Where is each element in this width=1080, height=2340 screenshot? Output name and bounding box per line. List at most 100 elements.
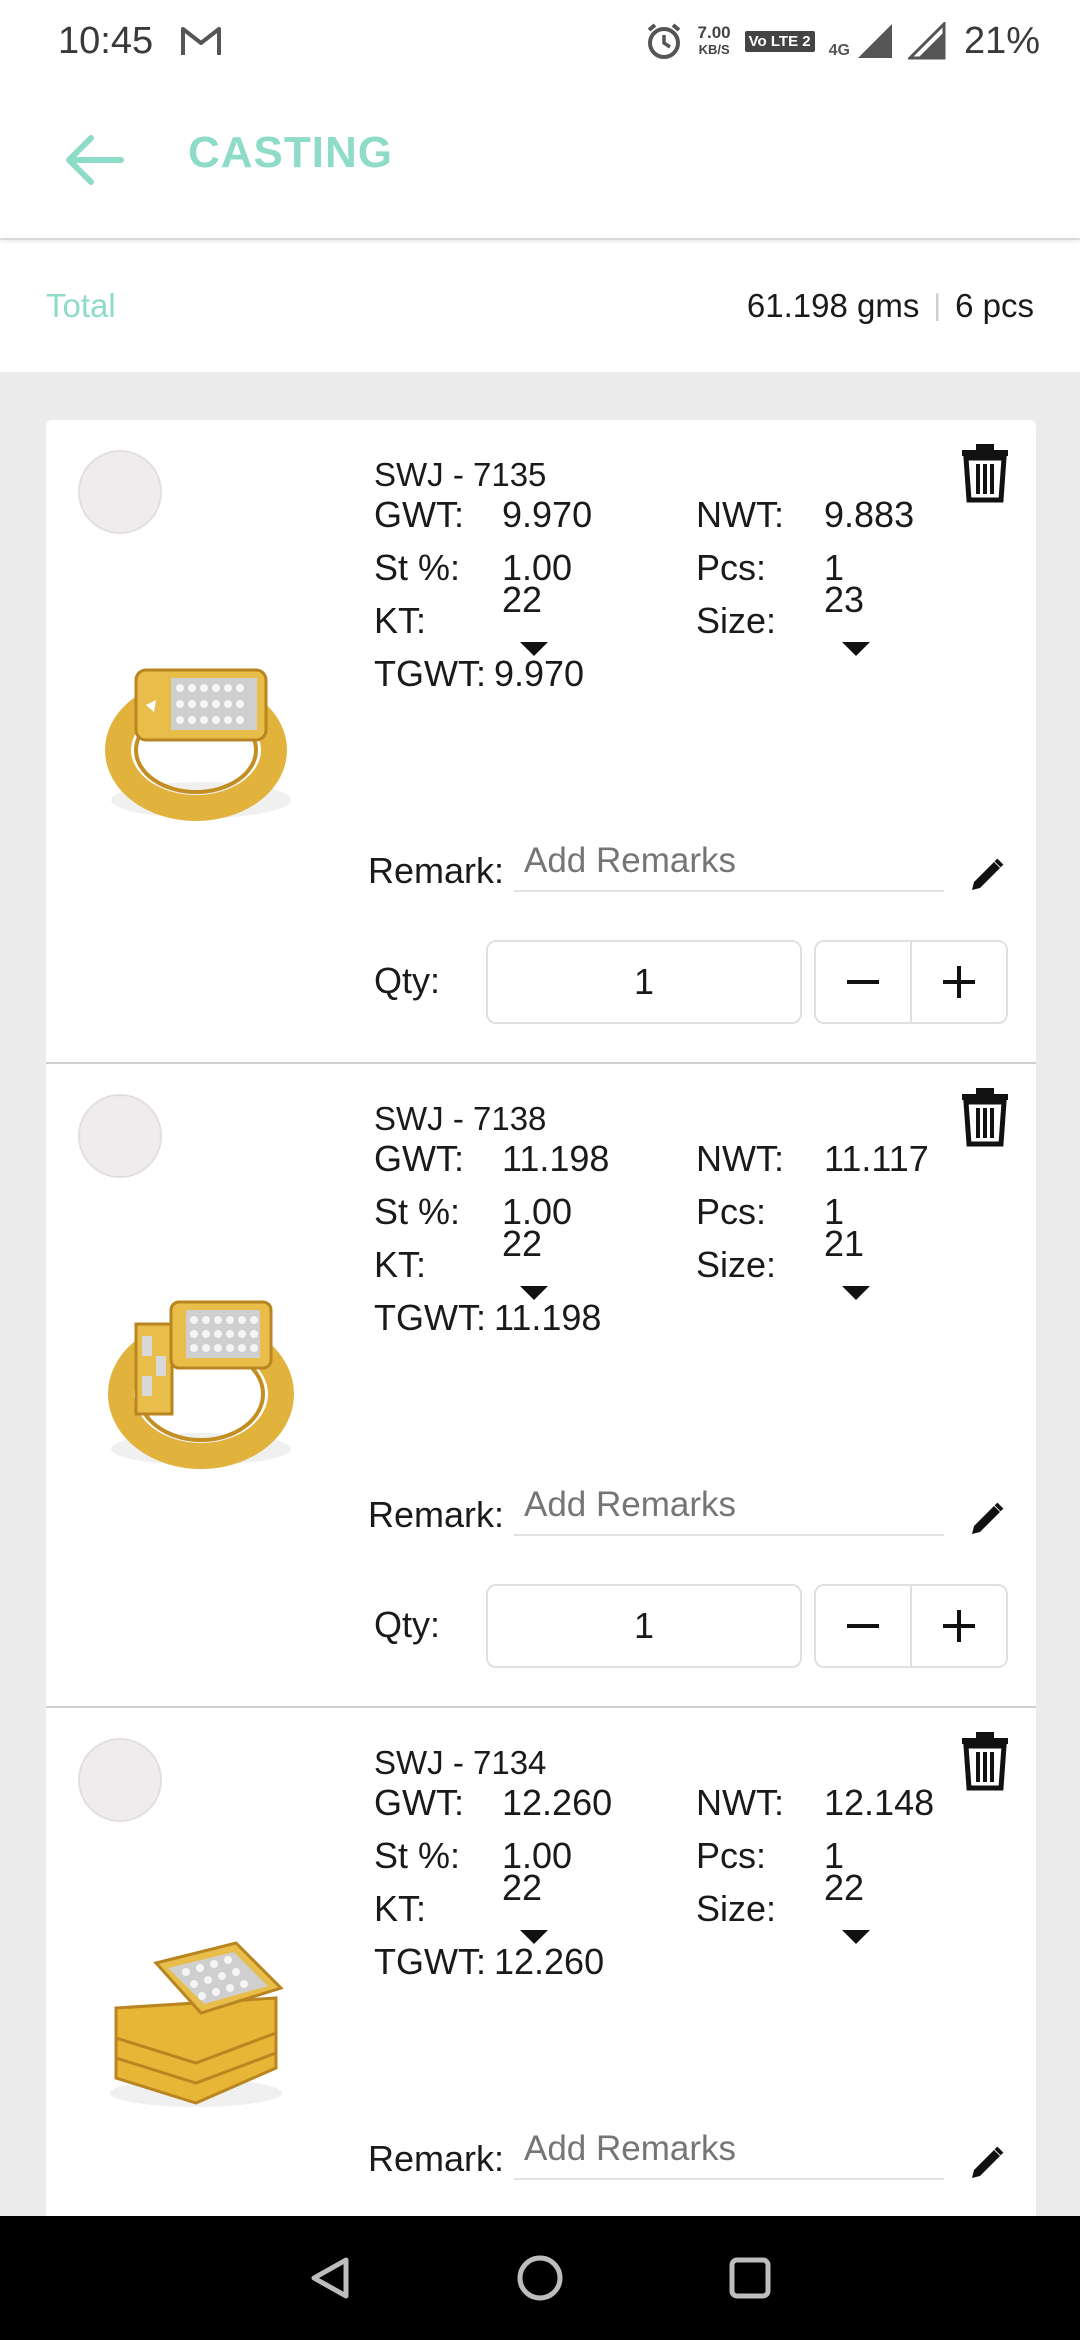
kt-label: KT:	[374, 600, 427, 641]
total-values: 61.198 gms | 6 pcs	[747, 287, 1034, 325]
dropdown-arrow-icon	[842, 642, 870, 656]
tgwt-label: TGWT:	[374, 653, 486, 694]
system-nav-bar	[0, 2216, 1080, 2340]
gwt-label: GWT:	[374, 494, 464, 535]
kt-value: 22	[502, 1867, 543, 1908]
item-code: SWJ - 7135	[374, 456, 547, 493]
st-field: St %: 1.00	[374, 1191, 572, 1233]
triangle-back-icon	[311, 2257, 349, 2299]
tgwt-label: TGWT:	[374, 1941, 486, 1982]
pcs-label: Pcs:	[696, 1835, 767, 1876]
kt-field: KT: 22	[374, 1867, 548, 1944]
st-label: St %:	[374, 547, 461, 588]
nwt-value: 9.883	[824, 494, 915, 535]
select-checkbox[interactable]	[78, 1738, 162, 1822]
kt-dropdown[interactable]: 22	[502, 1867, 548, 1951]
size-label: Size:	[696, 1888, 777, 1929]
nwt-label: NWT:	[696, 494, 784, 535]
st-label: St %:	[374, 1191, 461, 1232]
gwt-label: GWT:	[374, 1782, 464, 1823]
select-checkbox[interactable]	[78, 1094, 162, 1178]
item-code: SWJ - 7134	[374, 1744, 547, 1781]
status-time: 10:45	[58, 19, 154, 62]
remark-input[interactable]	[514, 2120, 944, 2180]
status-bar: 10:45 7.00 KB/S Vo LTE 2 4G 21%	[0, 0, 1080, 82]
size-value: 21	[824, 1223, 865, 1264]
size-dropdown[interactable]: 23	[824, 579, 870, 663]
select-checkbox[interactable]	[78, 450, 162, 534]
qty-input[interactable]	[486, 940, 802, 1024]
kt-label: KT:	[374, 1888, 427, 1929]
pcs-label: Pcs:	[696, 1191, 767, 1232]
item-card: SWJ - 7138 GWT: 11.198 NWT: 11.117 St %:…	[46, 1064, 1036, 1708]
edit-icon[interactable]	[968, 2144, 1006, 2182]
dropdown-arrow-icon	[842, 1930, 870, 1944]
remark-input[interactable]	[514, 1476, 944, 1536]
gwt-value: 12.260	[502, 1782, 613, 1823]
remark-input[interactable]	[514, 832, 944, 892]
size-value: 22	[824, 1867, 865, 1908]
pcs-field: Pcs: 1	[696, 1191, 844, 1233]
nwt-label: NWT:	[696, 1782, 784, 1823]
network-type: 4G	[828, 41, 850, 59]
minus-icon	[847, 980, 879, 984]
quantity-stepper	[814, 940, 1008, 1024]
size-label: Size:	[696, 600, 777, 641]
remark-label: Remark:	[368, 850, 505, 891]
circle-home-icon	[517, 2255, 563, 2301]
divider: |	[933, 289, 942, 322]
edit-icon[interactable]	[968, 1500, 1006, 1538]
total-label: Total	[46, 287, 116, 324]
size-value: 23	[824, 579, 865, 620]
total-pieces: 6 pcs	[955, 287, 1034, 324]
size-field: Size: 22	[696, 1867, 870, 1944]
nav-home-button[interactable]	[510, 2248, 570, 2308]
nav-recents-button[interactable]	[720, 2248, 780, 2308]
decrease-button[interactable]	[816, 1586, 912, 1666]
tgwt-value: 9.970	[493, 653, 585, 694]
size-field: Size: 23	[696, 579, 870, 656]
pcs-field: Pcs: 1	[696, 547, 844, 589]
gmail-icon	[181, 27, 222, 55]
delete-icon[interactable]	[958, 1086, 1012, 1148]
back-button[interactable]	[48, 115, 138, 205]
edit-icon[interactable]	[968, 856, 1006, 894]
kt-dropdown[interactable]: 22	[502, 1223, 548, 1307]
kt-label: KT:	[374, 1244, 427, 1285]
signal-icon-sim1	[857, 24, 892, 58]
qty-label: Qty:	[374, 1604, 441, 1645]
total-summary: Total 61.198 gms | 6 pcs	[0, 240, 1080, 372]
item-card: SWJ - 7135 GWT: 9.970 NWT: 9.883 St %: 1…	[46, 420, 1036, 1064]
kt-field: KT: 22	[374, 1223, 548, 1300]
nwt-value: 12.148	[824, 1782, 935, 1823]
st-field: St %: 1.00	[374, 547, 572, 589]
qty-input[interactable]	[486, 1584, 802, 1668]
delete-icon[interactable]	[958, 1730, 1012, 1792]
tgwt-value: 12.260	[493, 1941, 605, 1982]
tgwt-value: 11.198	[493, 1297, 602, 1338]
tgwt-field: TGWT: 12.260	[374, 1941, 604, 1983]
delete-icon[interactable]	[958, 442, 1012, 504]
nwt-label: NWT:	[696, 1138, 784, 1179]
plus-icon	[943, 1610, 975, 1642]
network-speed: 7.00 KB/S	[698, 24, 731, 58]
page-title: CASTING	[188, 128, 393, 177]
increase-button[interactable]	[912, 942, 1006, 1022]
kt-field: KT: 22	[374, 579, 548, 656]
gwt-field: GWT: 9.970	[374, 494, 592, 536]
speed-value: 7.00	[697, 23, 731, 42]
decrease-button[interactable]	[816, 942, 912, 1022]
st-field: St %: 1.00	[374, 1835, 572, 1877]
nav-back-button[interactable]	[300, 2248, 360, 2308]
size-dropdown[interactable]: 22	[824, 1867, 870, 1951]
gwt-value: 11.198	[502, 1138, 610, 1179]
total-weight: 61.198 gms	[746, 287, 920, 324]
gwt-value: 9.970	[502, 494, 593, 535]
kt-dropdown[interactable]: 22	[502, 579, 548, 663]
size-dropdown[interactable]: 21	[824, 1223, 870, 1307]
app-bar: CASTING	[0, 82, 1080, 238]
nwt-field: NWT: 9.883	[696, 494, 914, 536]
nwt-field: NWT: 12.148	[696, 1782, 934, 1824]
increase-button[interactable]	[912, 1586, 1006, 1666]
speed-unit: KB/S	[698, 42, 730, 57]
